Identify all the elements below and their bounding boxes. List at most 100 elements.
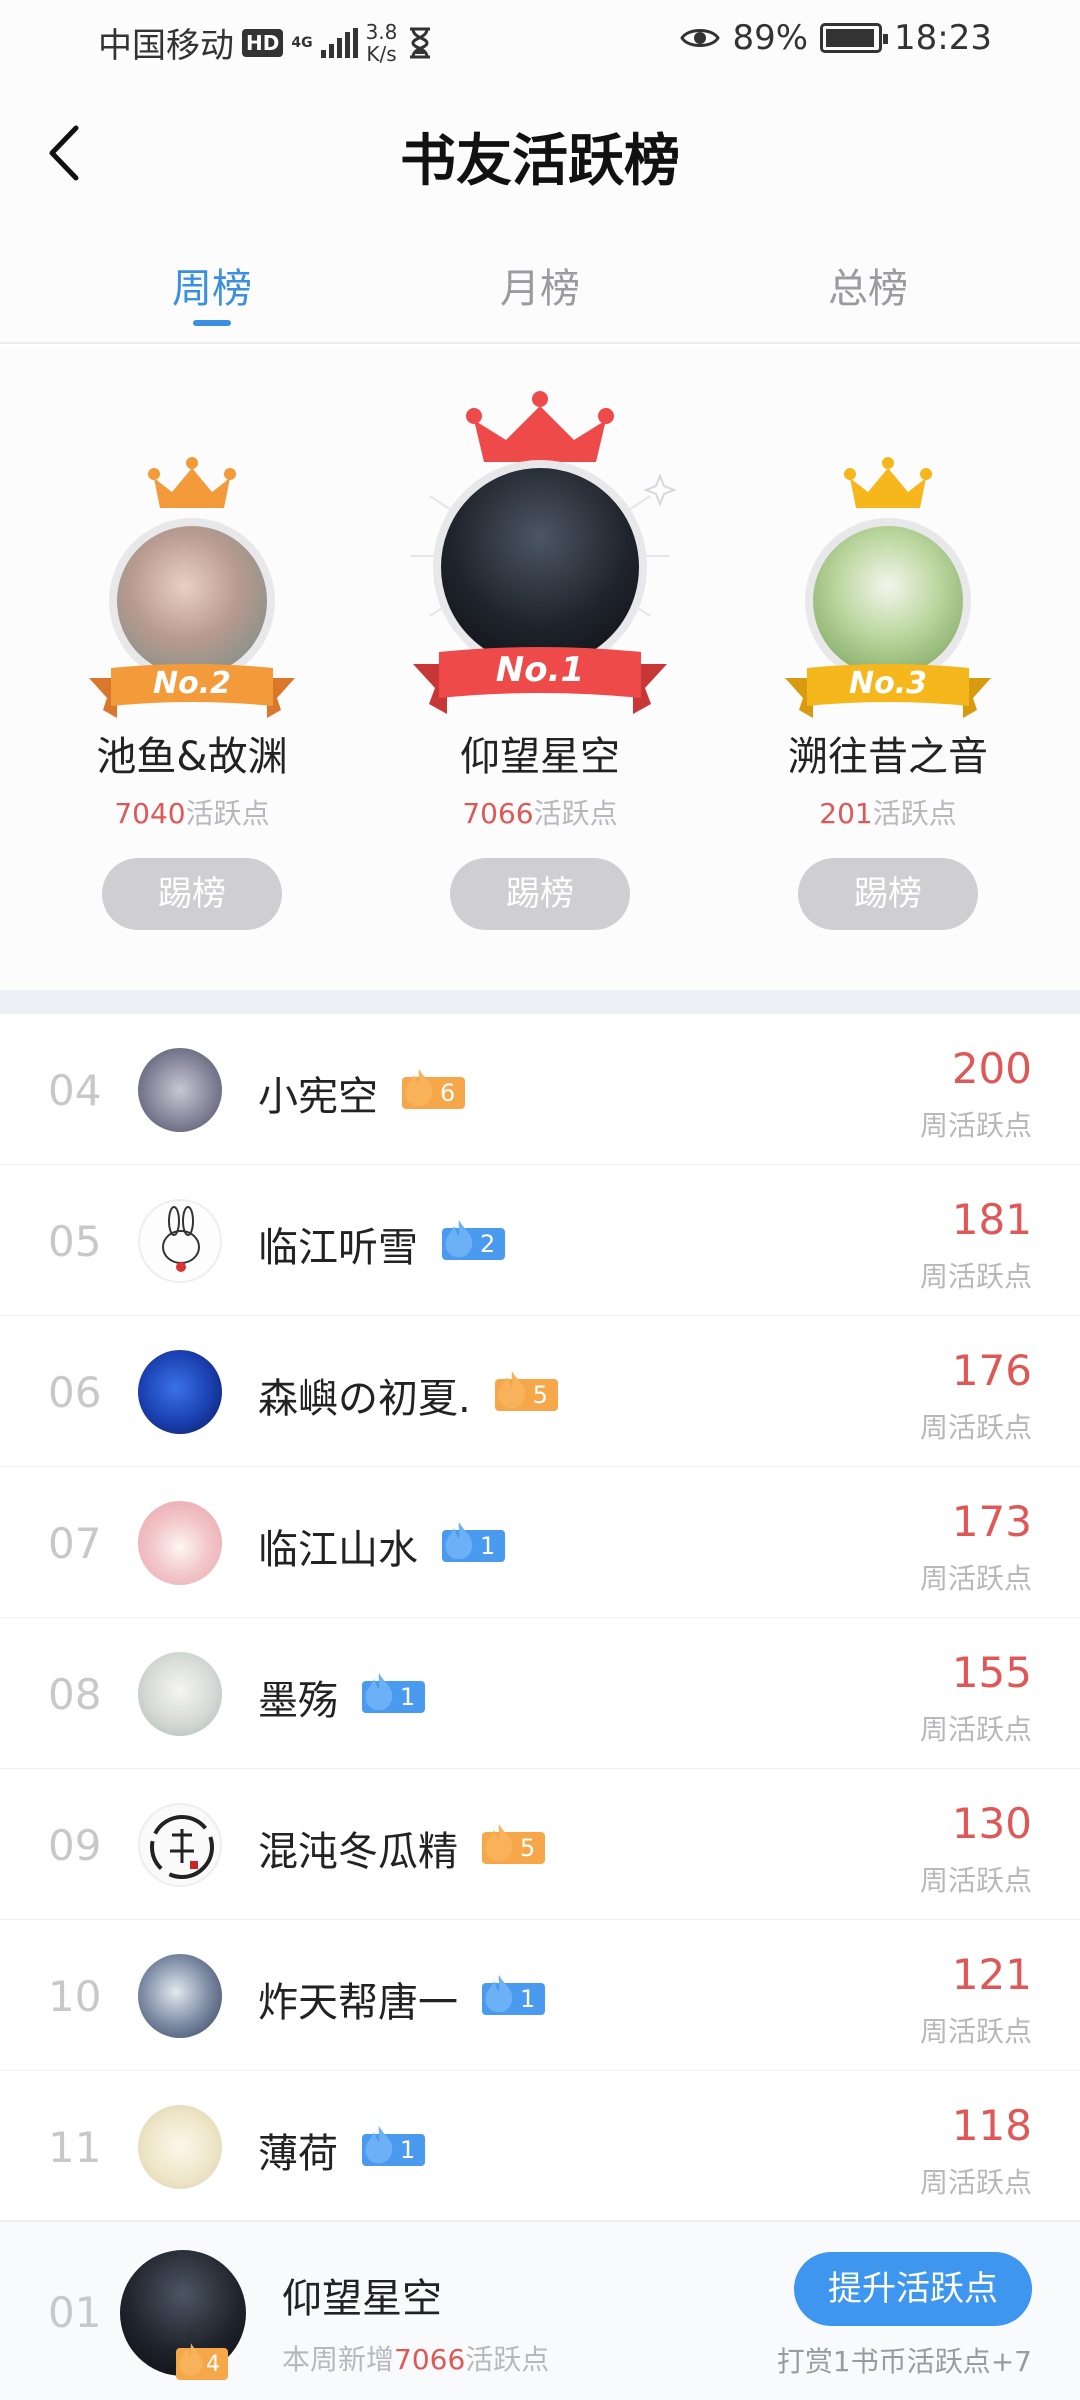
podium-name: 溯往昔之音 — [788, 734, 988, 780]
header: 书友活跃榜 — [0, 80, 1080, 220]
kick-button[interactable]: 踢榜 — [798, 858, 978, 930]
section-divider — [0, 990, 1080, 1014]
points-value: 118 — [951, 2101, 1032, 2150]
eye-icon — [680, 29, 721, 47]
list-item[interactable]: 04 小宪空 6 200 周活跃点 — [0, 1014, 1080, 1165]
kick-button[interactable]: 踢榜 — [450, 858, 630, 930]
battery-percent: 89% — [732, 18, 809, 58]
points-value: 176 — [951, 1346, 1032, 1395]
user-name: 炸天帮唐一 — [258, 1980, 458, 2026]
carrier-label: 中国移动 — [98, 26, 234, 66]
flame-icon — [405, 1069, 433, 1107]
rank-number: 04 — [48, 1066, 102, 1115]
podium-name: 池鱼&故渊 — [96, 734, 288, 780]
points-value: 181 — [951, 1195, 1032, 1244]
podium-name: 仰望星空 — [460, 734, 620, 780]
tab-total[interactable]: 总榜 — [768, 256, 968, 314]
tab-indicator — [193, 320, 231, 326]
rank-number: 11 — [48, 2123, 102, 2172]
avatar[interactable] — [138, 1652, 222, 1736]
boost-activity-button[interactable]: 提升活跃点 — [794, 2252, 1032, 2326]
avatar[interactable] — [138, 1199, 222, 1283]
gain-suffix: 活跃点 — [465, 2343, 550, 2376]
podium-points-value: 7040 — [114, 797, 186, 830]
list-item[interactable]: 05 临江听雪 2 181 周活跃点 — [0, 1165, 1080, 1316]
avatar[interactable] — [433, 460, 647, 674]
clock: 18:23 — [894, 18, 992, 58]
podium-points: 201活跃点 — [718, 792, 1058, 832]
points-value: 200 — [951, 1044, 1032, 1093]
podium: No.2 池鱼&故渊 7040活跃点 踢榜 No.1 仰望星空 7066活跃点 … — [0, 346, 1080, 990]
status-bar: 中国移动 HD 4G 3.8 K/s 89% 18:23 — [0, 0, 1080, 80]
signal-icon — [320, 27, 358, 58]
avatar[interactable] — [138, 1954, 222, 2038]
tab-monthly[interactable]: 月榜 — [440, 256, 640, 314]
flame-icon — [445, 1220, 473, 1258]
avatar[interactable] — [138, 1501, 222, 1585]
points-value: 173 — [951, 1497, 1032, 1546]
level-badge: 6 — [402, 1069, 466, 1109]
level-badge: 1 — [362, 2126, 426, 2166]
level-number: 5 — [532, 1381, 548, 1409]
list-item[interactable]: 11 薄荷 1 118 周活跃点 — [0, 2071, 1080, 2222]
tab-bar: 周榜 月榜 总榜 — [0, 220, 1080, 344]
level-number: 4 — [206, 2351, 220, 2377]
crown-icon — [844, 457, 932, 508]
points-unit: 周活跃点 — [919, 1109, 1032, 1142]
my-name: 仰望星空 — [282, 2276, 442, 2322]
crown-icon — [466, 391, 614, 462]
my-rank-bar: 01 4 仰望星空 本周新增7066活跃点 提升活跃点 打赏1书币活跃点+7 — [0, 2220, 1080, 2400]
avatar[interactable] — [138, 1803, 222, 1887]
battery-icon — [820, 23, 889, 53]
avatar[interactable] — [138, 1350, 222, 1434]
rank-number: 10 — [48, 1972, 102, 2021]
podium-points: 7040活跃点 — [22, 792, 362, 832]
level-number: 1 — [400, 1683, 416, 1711]
flame-icon — [445, 1522, 473, 1560]
page-title: 书友活跃榜 — [400, 128, 680, 194]
flame-icon — [485, 1975, 513, 2013]
avatar[interactable] — [805, 518, 971, 684]
user-name: 森嶼の初夏. — [258, 1376, 471, 1422]
list-item[interactable]: 09 混沌冬瓜精 5 130 周活跃点 — [0, 1769, 1080, 1920]
rank-label: No.2 — [153, 666, 231, 701]
user-name: 混沌冬瓜精 — [258, 1829, 458, 1875]
podium-third: No.3 溯往昔之音 201活跃点 踢榜 — [718, 346, 1058, 990]
flame-icon — [498, 1371, 525, 1409]
points-unit: 周活跃点 — [919, 1562, 1032, 1595]
gain-value: 7066 — [394, 2343, 466, 2376]
avatar[interactable] — [138, 1048, 222, 1132]
avatar[interactable] — [109, 518, 275, 684]
points-value: 121 — [951, 1950, 1032, 1999]
list-item[interactable]: 06 森嶼の初夏. 5 176 周活跃点 — [0, 1316, 1080, 1467]
points-value: 155 — [951, 1648, 1032, 1697]
list-item[interactable]: 08 墨殇 1 155 周活跃点 — [0, 1618, 1080, 1769]
tab-weekly[interactable]: 周榜 — [112, 256, 312, 314]
gain-prefix: 本周新增 — [282, 2343, 395, 2376]
level-badge: 1 — [442, 1522, 506, 1562]
list-item[interactable]: 07 临江山水 1 173 周活跃点 — [0, 1467, 1080, 1618]
flame-icon — [365, 2126, 393, 2164]
flame-icon — [179, 2343, 203, 2376]
podium-points-unit: 活跃点 — [533, 797, 618, 830]
podium-points: 7066活跃点 — [370, 792, 710, 832]
rank-number: 06 — [48, 1368, 102, 1417]
points-unit: 周活跃点 — [919, 2015, 1032, 2048]
rabbit-icon — [162, 1206, 200, 1272]
list-item[interactable]: 10 炸天帮唐一 1 121 周活跃点 — [0, 1920, 1080, 2071]
level-number: 2 — [480, 1230, 496, 1258]
kick-button[interactable]: 踢榜 — [102, 858, 282, 930]
avatar[interactable] — [138, 2105, 222, 2189]
ranking-list: 04 小宪空 6 200 周活跃点 05 临江听雪 2 181 周活跃点 06 … — [0, 1014, 1080, 2222]
rank-number: 09 — [48, 1821, 102, 1870]
speed-value: 3.8 — [365, 19, 398, 44]
user-name: 墨殇 — [258, 1678, 338, 1724]
net-speed: 3.8 K/s — [366, 21, 398, 65]
my-weekly-gain: 本周新增7066活跃点 — [282, 2338, 549, 2378]
user-name: 薄荷 — [258, 2131, 338, 2177]
rank-number: 07 — [48, 1519, 102, 1568]
speed-unit: K/s — [366, 41, 397, 66]
level-number: 1 — [520, 1985, 536, 2013]
points-unit: 周活跃点 — [919, 1260, 1032, 1293]
level-number: 6 — [440, 1079, 456, 1107]
